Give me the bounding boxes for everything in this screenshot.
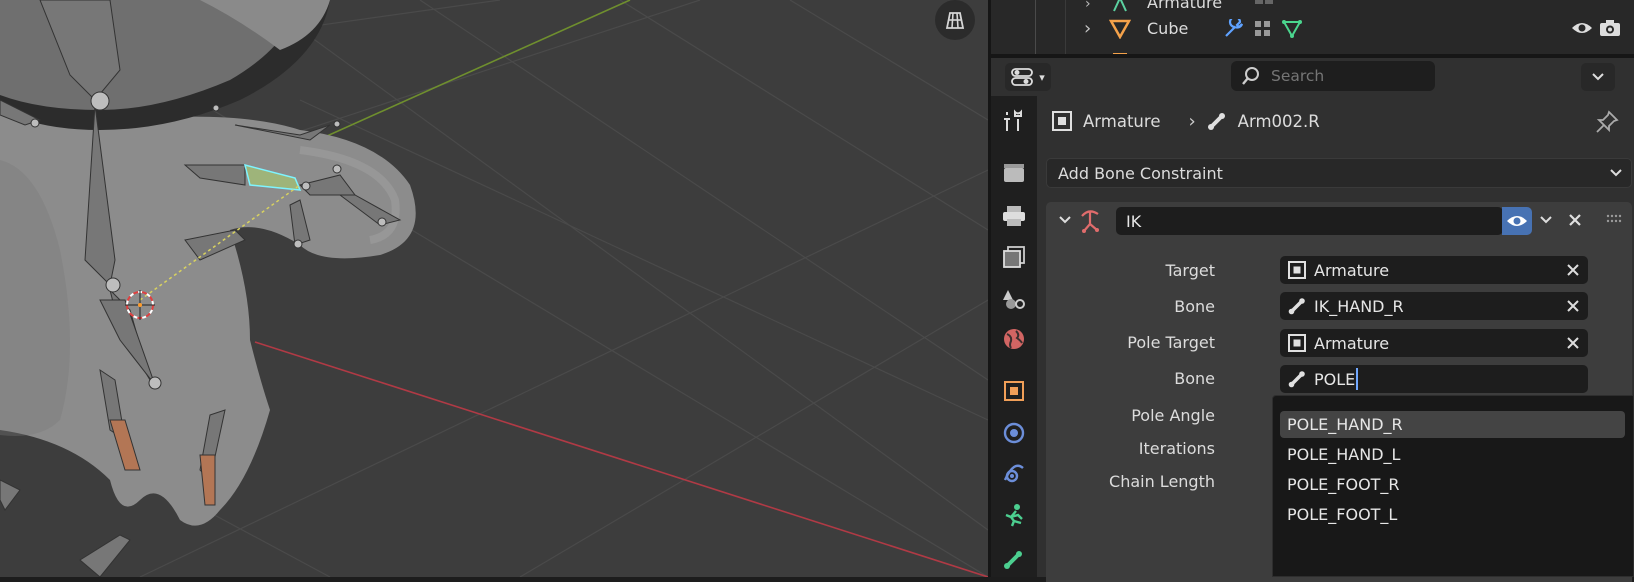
breadcrumb-object: Armature [1083, 111, 1161, 131]
world-icon [1004, 329, 1024, 349]
options-dropdown-button[interactable] [1581, 63, 1615, 91]
breadcrumb-bone: Arm002.R [1237, 111, 1320, 131]
clear-close-icon[interactable] [1566, 299, 1580, 313]
outliner-item-label[interactable]: Armature [1147, 0, 1222, 12]
ik-constraint-icon [1081, 210, 1099, 233]
grid-view-icon [945, 12, 965, 29]
breadcrumb: Armature › Arm002.R [1051, 106, 1320, 136]
bone-icon [1004, 551, 1022, 569]
drag-handle-icon[interactable] [1606, 214, 1622, 224]
delete-close-icon[interactable] [1567, 212, 1583, 228]
outliner-row-cutoff[interactable] [991, 44, 1634, 54]
bone-icon [1280, 296, 1314, 316]
dropdown-item[interactable]: POLE_FOOT_L [1280, 501, 1625, 528]
armature-pose-icon [1005, 504, 1023, 527]
target-label: Target [1165, 261, 1216, 280]
pole-bone-value: POLE [1314, 369, 1356, 389]
tab-output[interactable] [997, 199, 1031, 233]
properties-header: ▾ [991, 58, 1634, 96]
dropdown-item[interactable]: POLE_HAND_L [1280, 441, 1625, 468]
pose-icon [1253, 0, 1275, 12]
tab-tool[interactable] [997, 104, 1031, 138]
dropdown-item[interactable]: POLE_HAND_R [1280, 411, 1625, 438]
viewport-scene [0, 0, 988, 577]
chevron-down-icon: ▾ [1039, 70, 1045, 84]
editor-type-button[interactable]: ▾ [1005, 63, 1051, 91]
output-icon [1003, 206, 1025, 226]
add-bone-constraint-label: Add Bone Constraint [1058, 163, 1223, 183]
chain-length-label: Chain Length [1109, 472, 1215, 491]
bone-label: Bone [1174, 297, 1215, 316]
expand-chevron-icon[interactable]: › [1084, 18, 1091, 39]
tool-icon [1004, 109, 1022, 131]
chevron-down-icon [1610, 169, 1622, 177]
object-icon [1280, 334, 1314, 352]
pole-target-field[interactable]: Armature [1280, 329, 1588, 357]
bone-icon [1207, 113, 1225, 130]
pole-angle-label: Pole Angle [1131, 406, 1215, 425]
chevron-down-icon [1592, 73, 1604, 81]
constraint-name-input[interactable]: IK [1116, 207, 1503, 235]
render-icon [1004, 164, 1024, 182]
object-icon [1111, 47, 1131, 54]
expand-chevron-icon[interactable]: › [1085, 0, 1091, 12]
text-caret [1356, 368, 1359, 390]
render-camera-icon[interactable] [1599, 19, 1621, 41]
physics-icon [1003, 422, 1025, 444]
tab-render[interactable] [997, 156, 1031, 190]
bone-icon [1280, 369, 1314, 389]
mesh-object-icon [1108, 19, 1132, 43]
scene-icon [1003, 290, 1025, 309]
object-icon [1052, 111, 1072, 131]
bone-value: IK_HAND_R [1314, 296, 1404, 316]
target-value: Armature [1314, 260, 1390, 280]
collapse-chevron-icon[interactable] [1058, 214, 1072, 226]
search-field[interactable] [1231, 61, 1435, 91]
mesh-data-icon[interactable] [1281, 19, 1303, 43]
breadcrumb-separator-icon: › [1188, 110, 1196, 132]
clear-close-icon[interactable] [1566, 336, 1580, 350]
visibility-eye-icon[interactable] [1571, 20, 1593, 40]
pole-bone-search-input[interactable]: POLE [1280, 365, 1588, 393]
iterations-label: Iterations [1138, 439, 1215, 458]
object-icon [1280, 261, 1314, 279]
pole-target-label: Pole Target [1127, 333, 1215, 352]
view-layer-icon [1003, 246, 1025, 268]
object-icon [1004, 381, 1024, 401]
target-field[interactable]: Armature [1280, 256, 1588, 284]
pole-bone-label: Bone [1174, 369, 1215, 388]
constraint-visibility-toggle[interactable] [1502, 207, 1532, 235]
bone-search-dropdown: POLE_HAND_R POLE_HAND_L POLE_FOOT_R POLE… [1272, 395, 1634, 577]
modifier-wrench-icon[interactable] [1223, 15, 1245, 43]
eye-icon [1507, 216, 1527, 226]
properties-editor-icon [1011, 68, 1034, 86]
toggle-perspective-button[interactable] [935, 0, 975, 40]
tab-constraints[interactable] [997, 498, 1031, 532]
search-icon [1242, 67, 1259, 85]
constraint-name: IK [1126, 211, 1142, 231]
clear-close-icon[interactable] [1566, 263, 1580, 277]
outliner[interactable]: › Armature › Cube [991, 0, 1634, 54]
outliner-row-cube[interactable]: › Cube [991, 14, 1634, 44]
outliner-item-label[interactable]: Cube [1147, 19, 1188, 38]
panel-header[interactable]: IK [1046, 202, 1632, 238]
search-input[interactable] [1271, 67, 1421, 85]
vertex-groups-icon[interactable] [1253, 19, 1275, 43]
3d-viewport[interactable] [0, 0, 988, 577]
bone-field[interactable]: IK_HAND_R [1280, 292, 1588, 320]
particles-icon [1003, 464, 1024, 483]
pole-target-value: Armature [1314, 333, 1390, 353]
add-bone-constraint-menu[interactable]: Add Bone Constraint [1046, 158, 1632, 188]
chevron-down-icon[interactable] [1539, 214, 1553, 226]
dropdown-item[interactable]: POLE_FOOT_R [1280, 471, 1625, 498]
tab-bone[interactable] [997, 542, 1031, 576]
pin-icon[interactable] [1595, 110, 1619, 138]
